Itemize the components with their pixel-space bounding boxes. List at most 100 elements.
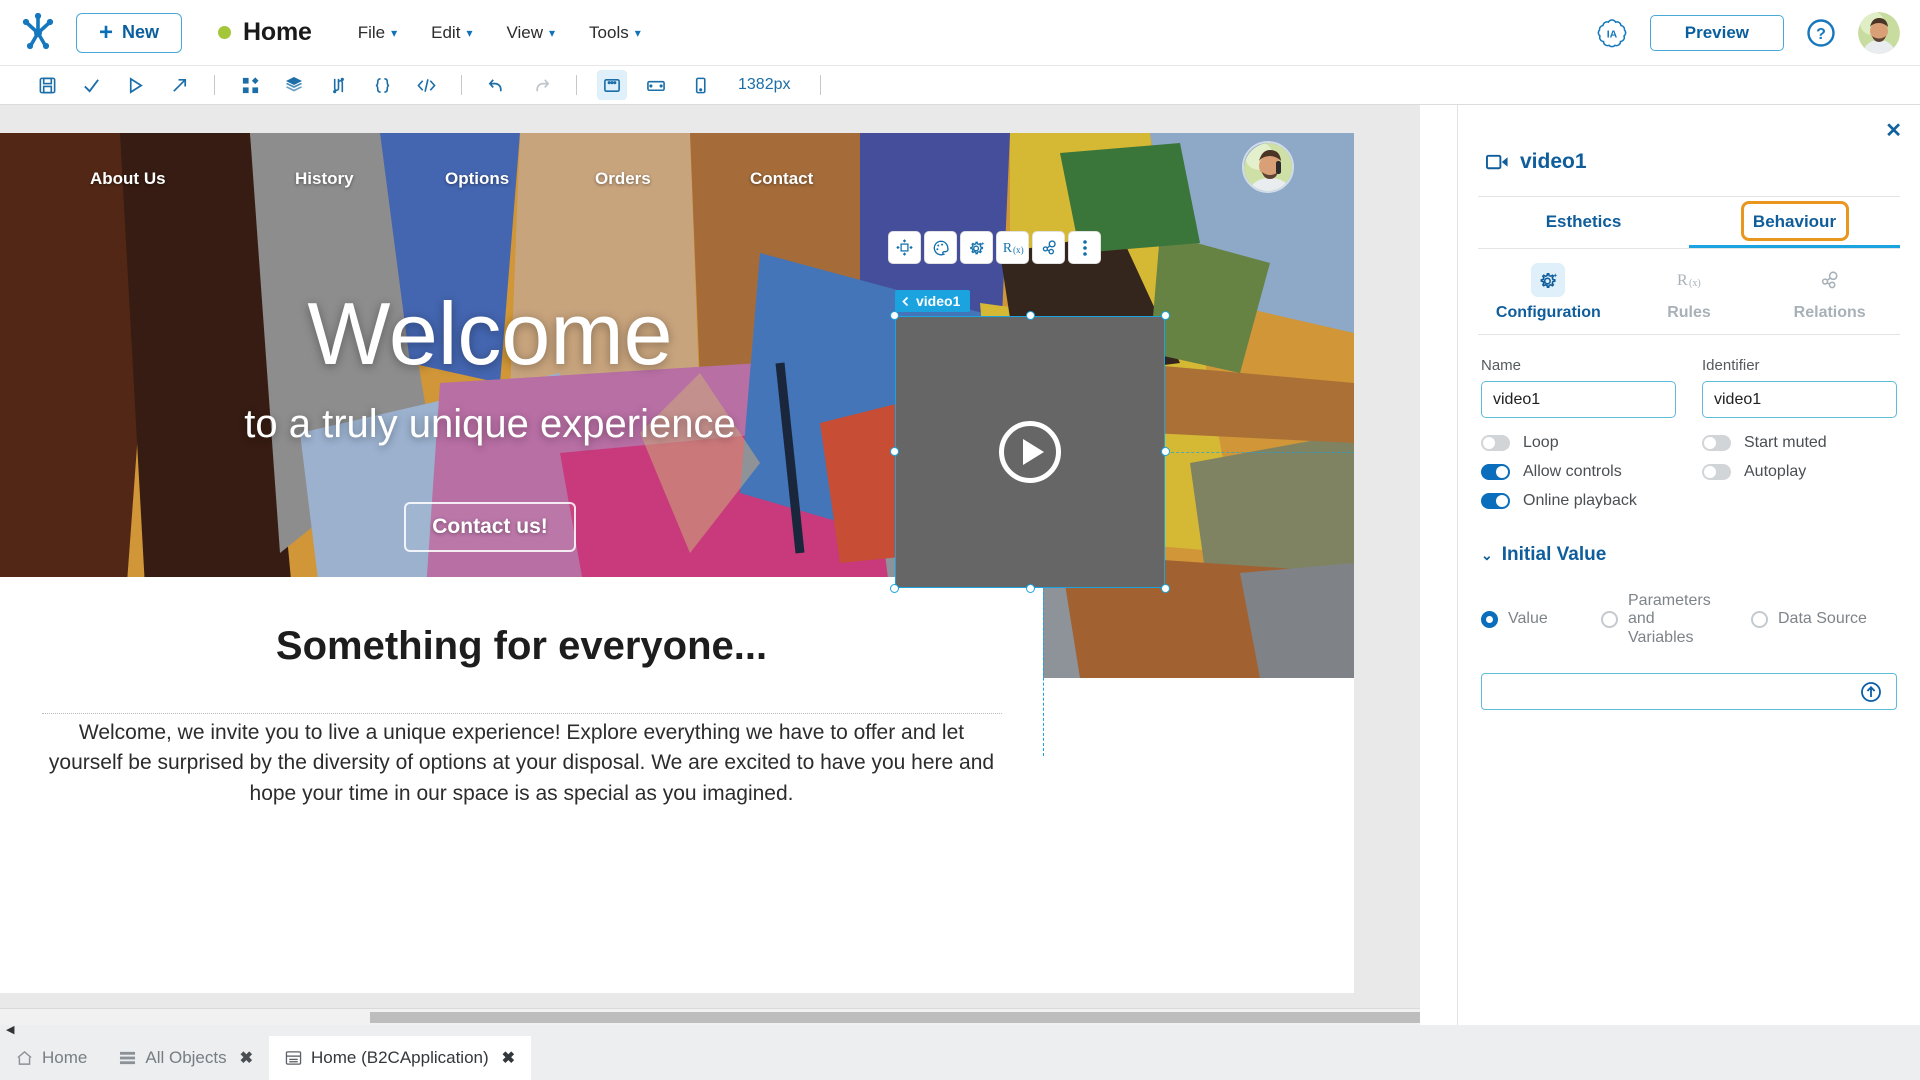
- subtab-relations[interactable]: Relations: [1759, 263, 1900, 322]
- selected-video-element[interactable]: R (x) video1: [888, 231, 1170, 593]
- avatar[interactable]: [1858, 12, 1900, 54]
- variables-icon[interactable]: [323, 70, 353, 100]
- bottom-tab-home-b2capplication[interactable]: Home (B2CApplication) ✖: [269, 1036, 532, 1080]
- menu-file[interactable]: File ▾: [358, 23, 397, 43]
- tablet-view-icon[interactable]: [641, 70, 671, 100]
- name-input[interactable]: [1481, 381, 1676, 418]
- canvas-hscrollbar[interactable]: [0, 1008, 1420, 1025]
- initial-value-input[interactable]: [1481, 673, 1897, 711]
- menu-view[interactable]: View ▾: [506, 23, 555, 43]
- new-button-label: New: [122, 22, 160, 42]
- nav-about-us[interactable]: About Us: [90, 169, 295, 189]
- resize-handle-se[interactable]: [1161, 584, 1170, 593]
- genexus-logo-icon[interactable]: [0, 12, 76, 53]
- properties-panel: ✕ video1 Esthetics Behaviour Configurati…: [1457, 105, 1920, 1025]
- hero-avatar[interactable]: [1242, 141, 1294, 193]
- tab-esthetics[interactable]: Esthetics: [1478, 197, 1689, 248]
- close-icon[interactable]: ✖: [240, 1048, 253, 1068]
- deploy-icon[interactable]: [164, 70, 194, 100]
- redo-icon[interactable]: [526, 70, 556, 100]
- rules-icon[interactable]: R (x): [996, 231, 1029, 264]
- close-icon[interactable]: ✕: [1885, 121, 1902, 141]
- nav-orders[interactable]: Orders: [595, 169, 750, 189]
- layers-icon[interactable]: [279, 70, 309, 100]
- toggle-start-muted[interactable]: Start muted: [1702, 434, 1897, 452]
- radio-value-control[interactable]: [1481, 611, 1498, 629]
- toggle-autoplay[interactable]: Autoplay: [1702, 463, 1897, 481]
- scroll-left-arrow[interactable]: ◀: [6, 1023, 14, 1036]
- contact-us-button[interactable]: Contact us!: [404, 501, 576, 552]
- new-button[interactable]: + New: [76, 12, 183, 53]
- move-resize-icon[interactable]: [888, 231, 921, 264]
- toggle-autoplay-label: Autoplay: [1744, 463, 1807, 480]
- resize-handle-sw[interactable]: [890, 584, 899, 593]
- desktop-view-icon[interactable]: [597, 70, 627, 100]
- toggle-start-muted-switch[interactable]: [1702, 435, 1731, 451]
- radio-parameters-and-variables-control[interactable]: [1601, 611, 1618, 629]
- selection-badge[interactable]: video1: [895, 290, 971, 312]
- undo-icon[interactable]: [482, 70, 512, 100]
- radio-parameters-and-variables[interactable]: Parameters and Variables: [1601, 592, 1751, 647]
- resize-handle-n[interactable]: [1026, 311, 1035, 320]
- bottom-tab-home[interactable]: Home: [0, 1036, 103, 1080]
- check-icon[interactable]: [76, 70, 106, 100]
- subtab-configuration[interactable]: Configuration: [1478, 263, 1619, 322]
- resize-handle-nw[interactable]: [890, 311, 899, 320]
- video-placeholder[interactable]: [895, 316, 1165, 588]
- question-circle-icon[interactable]: ?: [1806, 18, 1836, 48]
- more-options-icon[interactable]: [1068, 231, 1101, 264]
- toolbar-divider: [819, 75, 821, 95]
- toggle-allow-controls[interactable]: Allow controls: [1481, 463, 1676, 481]
- subtab-rules[interactable]: R (x) Rules: [1619, 263, 1760, 322]
- toggle-allow-controls-switch[interactable]: [1481, 464, 1510, 480]
- page-preview[interactable]: About Us History Options Orders Contact: [0, 133, 1354, 993]
- canvas-hscrollbar-thumb[interactable]: [370, 1012, 1420, 1023]
- radio-value[interactable]: Value: [1481, 610, 1601, 629]
- subtab-rules-label: Rules: [1667, 304, 1711, 321]
- nav-options[interactable]: Options: [445, 169, 595, 189]
- preview-button[interactable]: Preview: [1649, 15, 1784, 51]
- radio-data-source-label: Data Source: [1778, 610, 1867, 628]
- resize-handle-w[interactable]: [890, 447, 899, 456]
- panel-title: video1: [1520, 150, 1587, 173]
- status-dot: [218, 26, 232, 39]
- menu-edit[interactable]: Edit ▾: [431, 23, 472, 43]
- toggle-autoplay-switch[interactable]: [1702, 464, 1731, 480]
- chevron-left-icon: [902, 296, 909, 306]
- initial-value-input-wrap: [1458, 647, 1920, 711]
- menu-tools[interactable]: Tools ▾: [589, 23, 641, 43]
- resize-handle-ne[interactable]: [1161, 311, 1170, 320]
- toggle-loop-switch[interactable]: [1481, 435, 1510, 451]
- ia-assistant-icon[interactable]: IA: [1596, 17, 1628, 49]
- identifier-input[interactable]: [1702, 381, 1897, 418]
- svg-text:R: R: [1002, 240, 1012, 255]
- bottom-tab-home-label: Home: [42, 1048, 88, 1067]
- menu-bar: File ▾ Edit ▾ View ▾ Tools ▾: [358, 23, 641, 43]
- upload-circle-icon[interactable]: [1860, 681, 1882, 708]
- toggle-loop[interactable]: Loop: [1481, 434, 1676, 452]
- run-icon[interactable]: [120, 70, 150, 100]
- nav-contact[interactable]: Contact: [750, 169, 813, 189]
- hero-subheading: to a truly unique experience: [244, 401, 736, 446]
- relations-icon[interactable]: [1032, 231, 1065, 264]
- design-canvas[interactable]: About Us History Options Orders Contact: [0, 105, 1420, 1025]
- save-icon[interactable]: [32, 70, 62, 100]
- radio-value-label: Value: [1508, 610, 1548, 628]
- initial-value-section-header[interactable]: ⌄ Initial Value: [1458, 510, 1920, 566]
- toggle-online-playback-switch[interactable]: [1481, 493, 1510, 509]
- resize-handle-e[interactable]: [1161, 447, 1170, 456]
- close-icon[interactable]: ✖: [502, 1048, 515, 1068]
- components-icon[interactable]: [235, 70, 265, 100]
- radio-data-source-control[interactable]: [1751, 611, 1768, 629]
- toggle-online-playback[interactable]: Online playback: [1481, 492, 1676, 510]
- tab-behaviour[interactable]: Behaviour: [1689, 197, 1900, 248]
- configuration-icon[interactable]: [960, 231, 993, 264]
- palette-icon[interactable]: [924, 231, 957, 264]
- phone-view-icon[interactable]: [685, 70, 715, 100]
- braces-icon[interactable]: [367, 70, 397, 100]
- resize-handle-s[interactable]: [1026, 584, 1035, 593]
- radio-data-source[interactable]: Data Source: [1751, 610, 1897, 629]
- nav-history[interactable]: History: [295, 169, 445, 189]
- code-icon[interactable]: [411, 70, 441, 100]
- bottom-tab-all-objects[interactable]: All Objects ✖: [103, 1036, 269, 1080]
